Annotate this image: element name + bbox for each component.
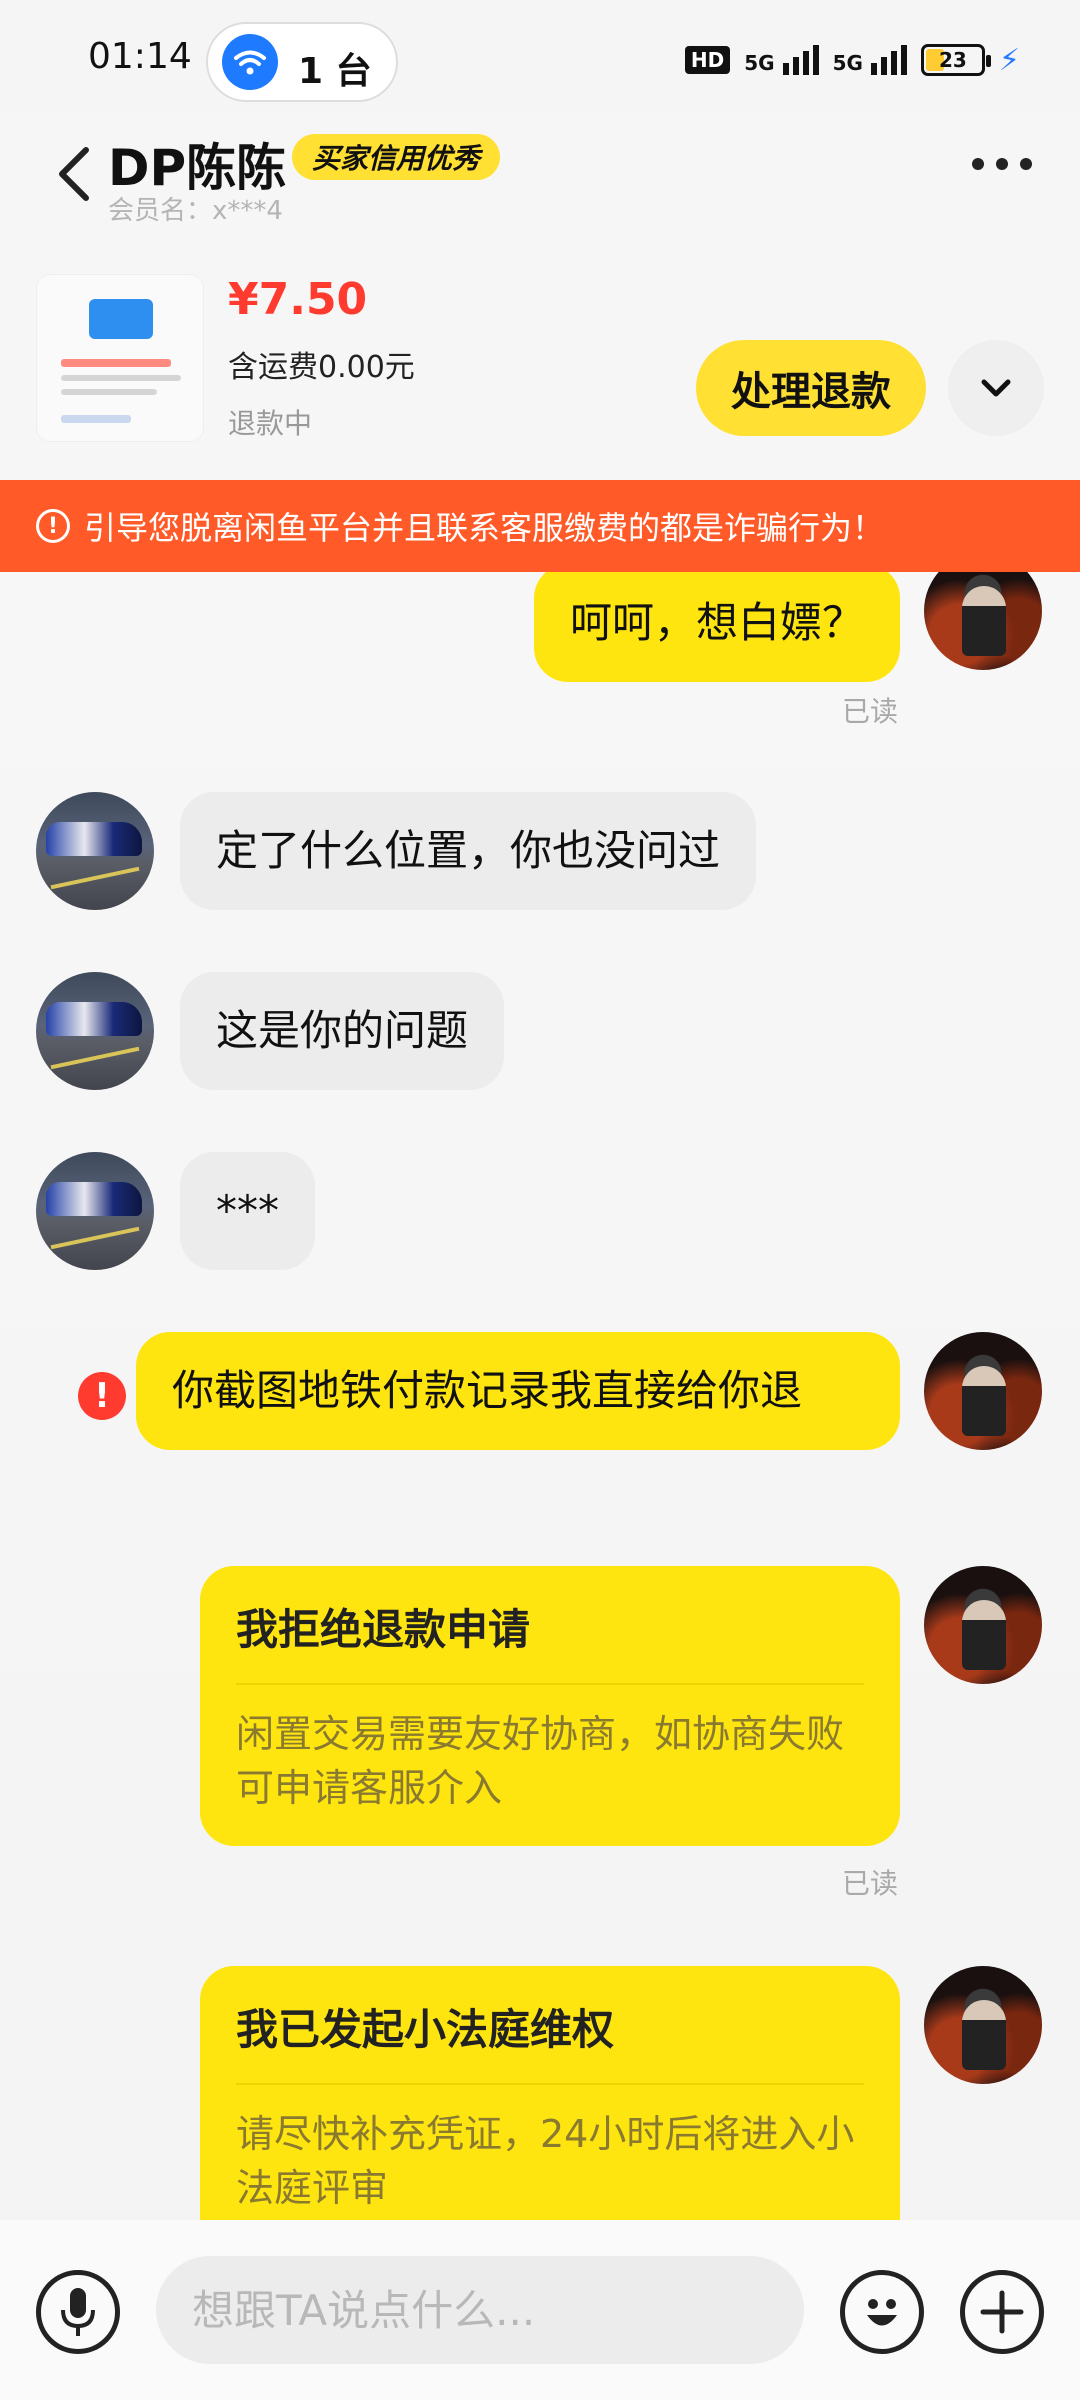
- signal-label: 5G: [832, 51, 863, 75]
- order-status: 退款中: [228, 407, 313, 440]
- signal-label: 5G: [744, 51, 775, 75]
- card-body: 请尽快补充凭证，24小时后将进入小法庭评审: [236, 2112, 855, 2210]
- warning-text: 引导您脱离闲鱼平台并且联系客服缴费的都是诈骗行为！: [84, 509, 885, 547]
- more-options-icon[interactable]: [972, 158, 1032, 170]
- signal-strength-icon: 5G: [833, 45, 907, 75]
- message-bubble-mine[interactable]: 呵呵，想白嫖？: [533, 572, 900, 682]
- expand-button[interactable]: [948, 340, 1044, 436]
- smiley-icon: [867, 2299, 897, 2326]
- battery-icon: 23: [920, 44, 991, 76]
- status-time: 01:14: [88, 36, 192, 77]
- read-receipt: 已读: [842, 695, 899, 728]
- warning-icon: !: [36, 509, 70, 543]
- my-avatar[interactable]: [924, 1566, 1042, 1684]
- status-icons: HD 5G 5G 23 ⚡: [684, 40, 1020, 80]
- send-failed-icon[interactable]: !: [78, 1372, 126, 1420]
- signal-strength-icon: 5G: [744, 45, 819, 75]
- my-avatar[interactable]: [924, 1332, 1042, 1450]
- message-input[interactable]: [156, 2256, 804, 2364]
- my-avatar[interactable]: [924, 572, 1042, 670]
- member-name: x***4: [212, 196, 283, 226]
- card-body: 闲置交易需要友好协商，如协商失败可申请客服介入: [236, 1712, 845, 1810]
- process-refund-button[interactable]: 处理退款: [696, 340, 926, 436]
- partner-avatar[interactable]: [36, 792, 154, 910]
- microphone-icon: [61, 2288, 95, 2336]
- chat-area[interactable]: 呵呵，想白嫖？ 已读 定了什么位置，你也没问过 这是你的问题 *** ! 你截图…: [0, 572, 1080, 2220]
- partner-avatar[interactable]: [36, 972, 154, 1090]
- hotspot-device-count: 1 台: [298, 51, 372, 92]
- credit-badge[interactable]: 买家信用优秀: [292, 134, 501, 180]
- shipping-fee: 含运费0.00元: [228, 350, 415, 385]
- product-thumbnail[interactable]: [36, 274, 204, 442]
- my-avatar[interactable]: [924, 1966, 1042, 2084]
- more-actions-button[interactable]: [960, 2270, 1044, 2354]
- fraud-warning-banner: ! 引导您脱离闲鱼平台并且联系客服缴费的都是诈骗行为！: [0, 480, 1080, 572]
- card-title: 我拒绝退款申请: [236, 1596, 864, 1685]
- message-bubble-partner[interactable]: 定了什么位置，你也没问过: [180, 792, 757, 910]
- wifi-hotspot-icon: [222, 34, 278, 90]
- dispute-court-card[interactable]: 我已发起小法庭维权 请尽快补充凭证，24小时后将进入小法庭评审: [200, 1966, 900, 2220]
- refund-rejected-card[interactable]: 我拒绝退款申请 闲置交易需要友好协商，如协商失败可申请客服介入: [200, 1566, 900, 1846]
- emoji-button[interactable]: [840, 2270, 924, 2354]
- read-receipt: 已读: [842, 1867, 899, 1900]
- member-name-line: 会员名：x***4: [108, 190, 283, 227]
- member-label: 会员名：: [108, 196, 213, 226]
- order-price: ¥7.50: [228, 274, 368, 325]
- card-title: 我已发起小法庭维权: [236, 1996, 864, 2085]
- back-icon[interactable]: [52, 144, 96, 204]
- hotspot-indicator[interactable]: 1 台: [206, 22, 398, 102]
- message-bubble-partner[interactable]: 这是你的问题: [180, 972, 505, 1090]
- hd-voice-icon: HD: [684, 46, 731, 74]
- chevron-down-icon: [981, 379, 1011, 397]
- voice-input-button[interactable]: [36, 2270, 120, 2354]
- message-bubble-partner[interactable]: ***: [180, 1152, 315, 1270]
- plus-icon: [980, 2290, 1024, 2334]
- message-bubble-mine[interactable]: 你截图地铁付款记录我直接给你退: [136, 1332, 900, 1450]
- status-bar: 01:14 1 台 HD 5G 5G 23 ⚡: [0, 0, 1080, 120]
- partner-avatar[interactable]: [36, 1152, 154, 1270]
- charging-icon: ⚡: [998, 42, 1020, 78]
- message-input-bar: [0, 2220, 1080, 2400]
